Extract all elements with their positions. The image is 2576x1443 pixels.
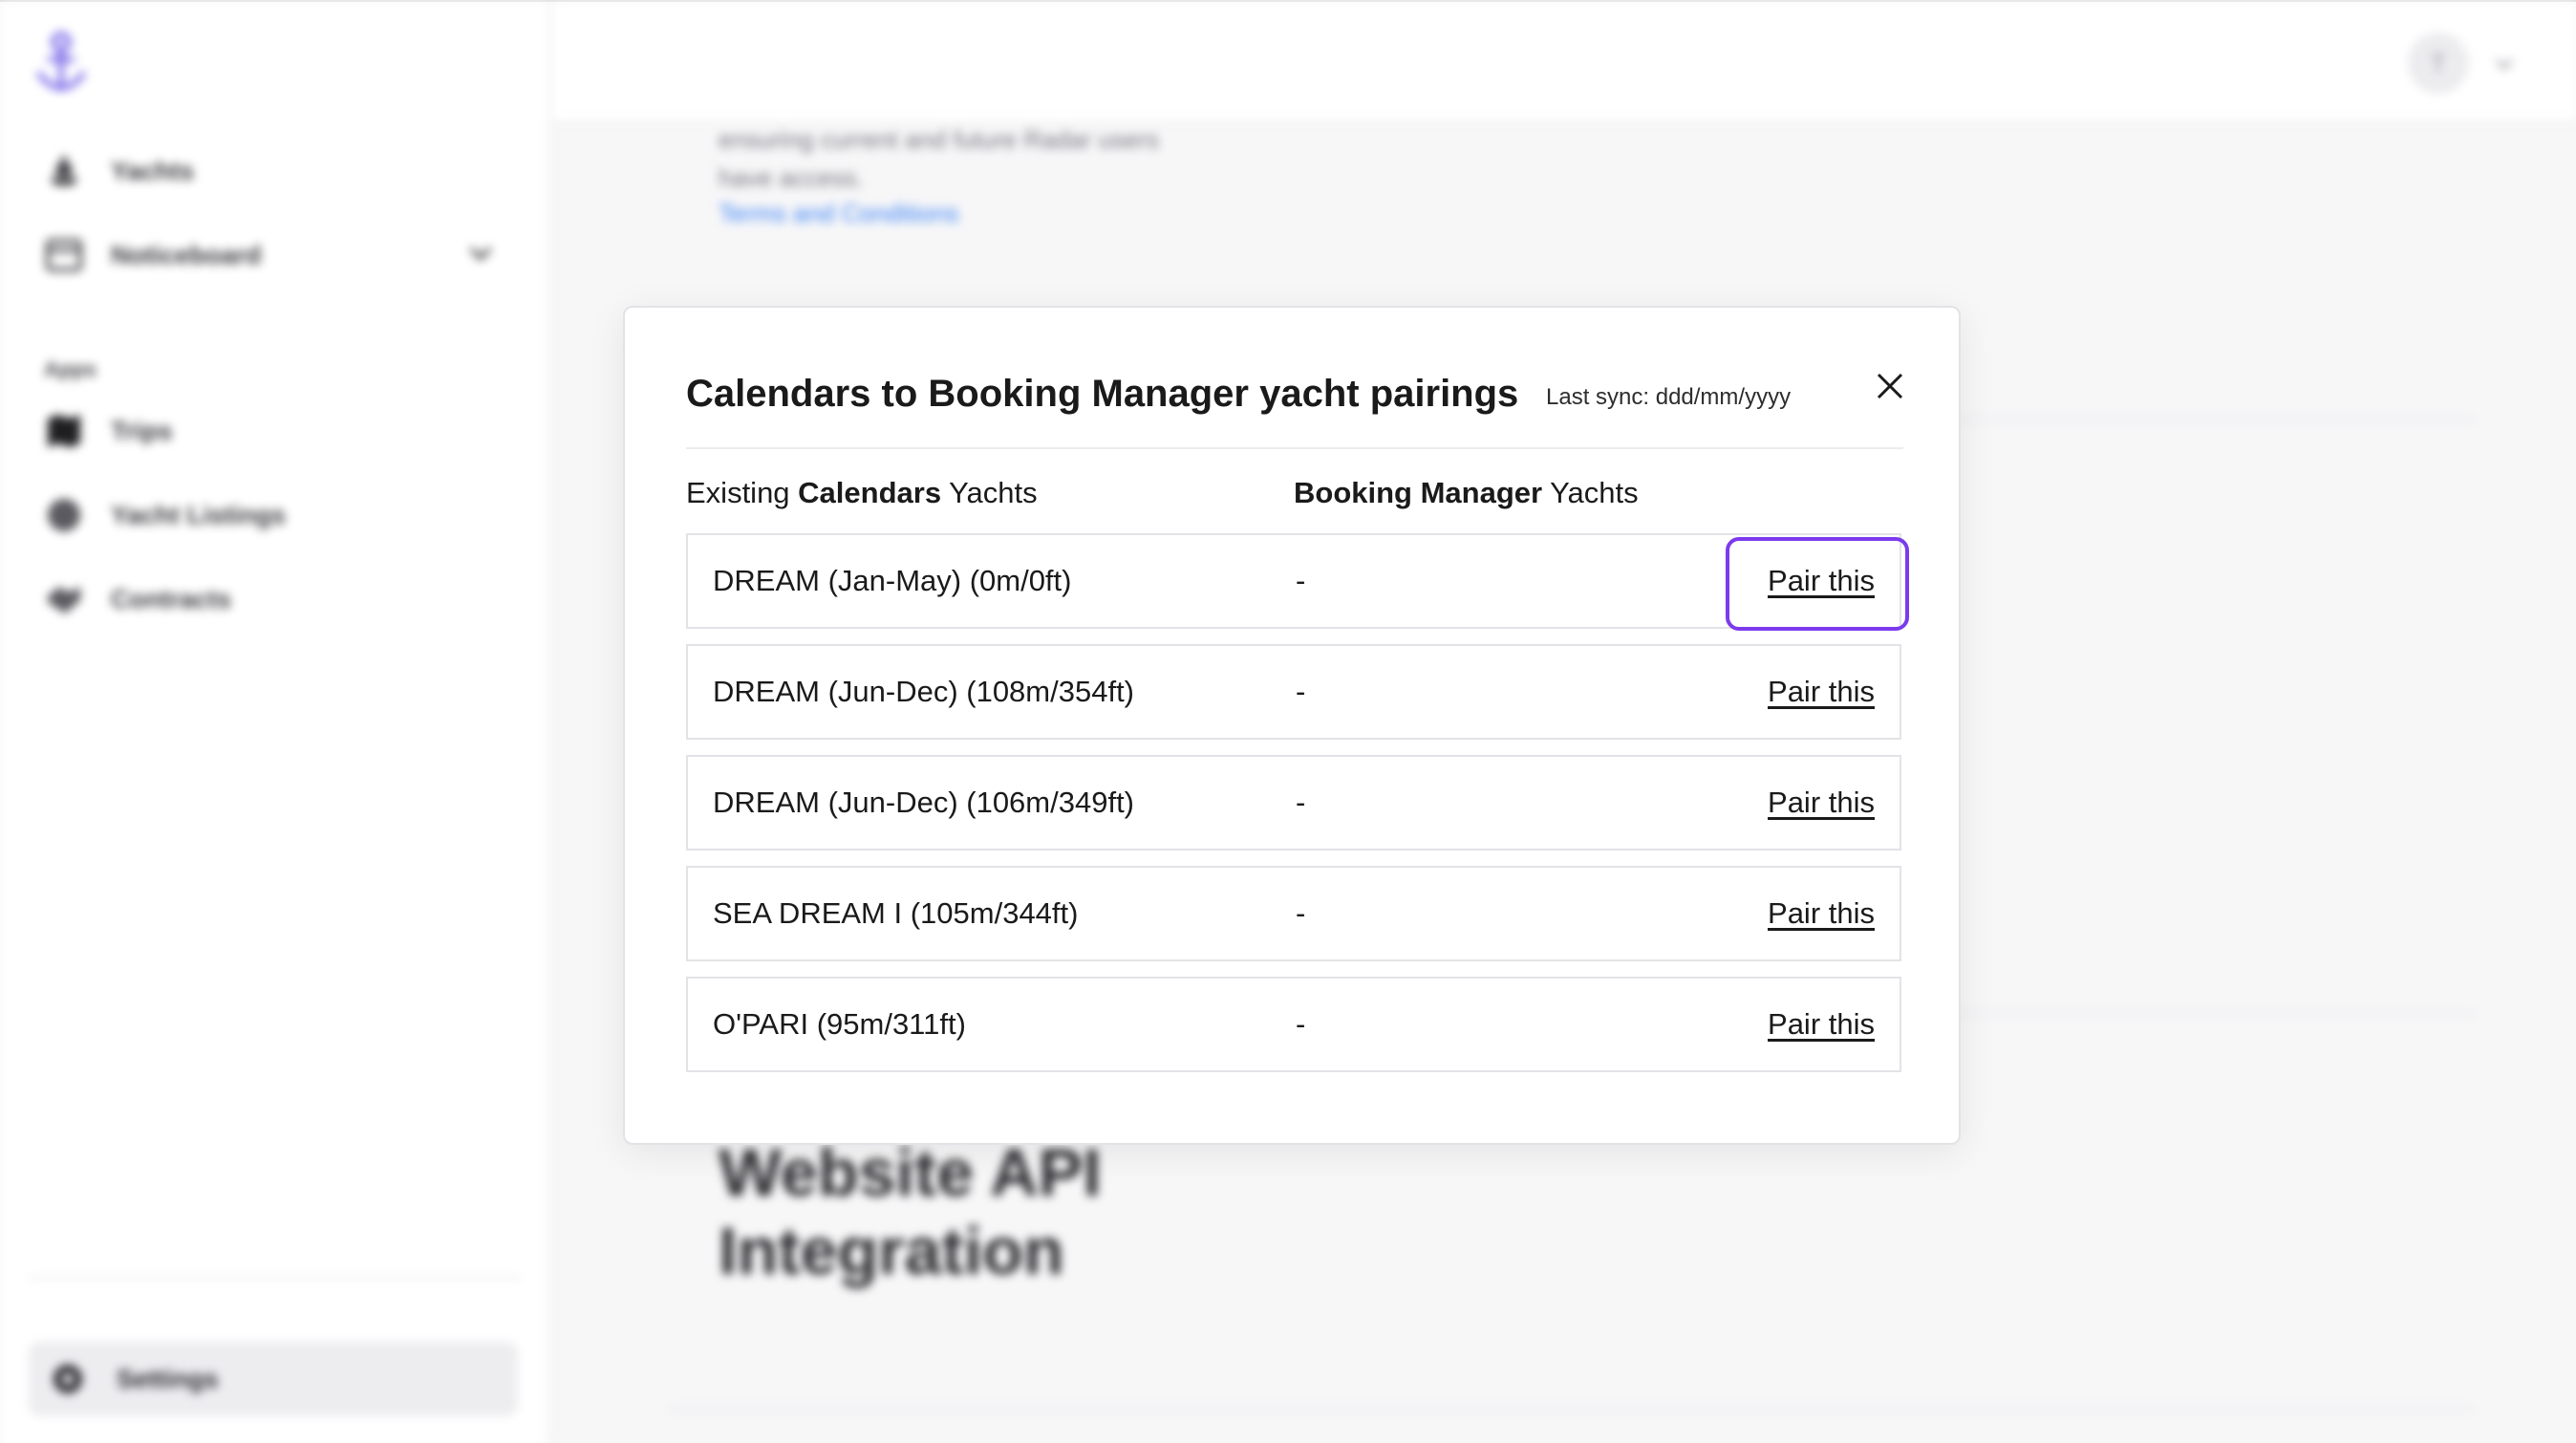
section-heading: Website API Integration	[719, 1133, 1102, 1290]
avatar[interactable]: T	[2408, 32, 2469, 94]
column-header-text: Yachts	[1542, 476, 1639, 509]
pair-this-link[interactable]: Pair this	[1768, 896, 1875, 931]
sidebar: Yachts Noticeboard Apps Trips Yacht List…	[0, 2, 550, 1443]
sidebar-item-settings[interactable]: Settings	[29, 1342, 518, 1416]
table-row: DREAM (Jun-Dec) (108m/354ft) - Pair this	[686, 644, 1901, 740]
booking-manager-yacht: -	[1296, 786, 1306, 819]
map-icon	[48, 415, 80, 447]
sidebar-item-label: Trips	[111, 416, 173, 445]
close-icon	[1877, 373, 1903, 399]
yacht-icon	[50, 157, 78, 185]
column-header-text: Yachts	[941, 476, 1038, 509]
pairings-modal: Calendars to Booking Manager yacht pairi…	[623, 306, 1961, 1145]
gear-icon	[54, 1365, 82, 1393]
table-row: DREAM (Jan-May) (0m/0ft) - Pair this	[686, 533, 1901, 629]
sidebar-item-label: Settings	[117, 1364, 219, 1393]
sidebar-item-label: Yachts	[111, 156, 195, 185]
calendar-yacht-name: DREAM (Jun-Dec) (108m/354ft)	[713, 675, 1135, 708]
sidebar-item-label: Noticeboard	[111, 240, 262, 269]
sidebar-item-contracts[interactable]: Contracts	[44, 579, 231, 619]
divider	[1961, 1013, 2477, 1015]
background-text-line: have access.	[719, 163, 864, 192]
divider	[669, 1409, 2475, 1411]
calendar-yacht-name: O'PARI (95m/311ft)	[713, 1007, 966, 1041]
top-bar: T	[552, 2, 2576, 122]
pair-this-link[interactable]: Pair this	[1768, 786, 1875, 820]
pair-this-link[interactable]: Pair this	[1768, 1007, 1875, 1042]
sidebar-item-trips[interactable]: Trips	[44, 411, 173, 451]
column-header-bold: Calendars	[798, 476, 942, 509]
section-heading-line: Integration	[719, 1214, 1064, 1288]
table-row: DREAM (Jun-Dec) (106m/349ft) - Pair this	[686, 755, 1901, 851]
sidebar-item-label: Contracts	[111, 584, 232, 614]
booking-manager-yacht: -	[1296, 896, 1306, 930]
calendar-yacht-name: DREAM (Jun-Dec) (106m/349ft)	[713, 786, 1135, 819]
globe-icon	[48, 499, 80, 531]
divider	[1961, 419, 2477, 420]
column-header-bold: Booking Manager	[1294, 476, 1543, 509]
table-row: SEA DREAM I (105m/344ft) - Pair this	[686, 866, 1901, 961]
section-heading-line: Website API	[719, 1135, 1102, 1210]
modal-title: Calendars to Booking Manager yacht pairi…	[686, 373, 1519, 415]
sidebar-item-label: Yacht Listings	[111, 500, 287, 529]
booking-manager-yacht: -	[1296, 564, 1306, 597]
anchor-logo-icon[interactable]	[32, 31, 90, 97]
app-root: Yachts Noticeboard Apps Trips Yacht List…	[0, 0, 2576, 1443]
noticeboard-icon	[46, 239, 82, 271]
column-header-calendars: Existing Calendars Yachts	[686, 476, 1038, 510]
last-sync-label: Last sync: ddd/mm/yyyy	[1546, 384, 1792, 410]
calendar-yacht-name: DREAM (Jan-May) (0m/0ft)	[713, 564, 1072, 597]
column-header-booking-manager: Booking Manager Yachts	[1294, 476, 1639, 510]
close-button[interactable]	[1871, 367, 1909, 405]
sidebar-item-yacht-listings[interactable]: Yacht Listings	[44, 495, 286, 535]
booking-manager-yacht: -	[1296, 1007, 1306, 1041]
calendar-yacht-name: SEA DREAM I (105m/344ft)	[713, 896, 1079, 930]
modal-divider	[686, 447, 1903, 449]
sidebar-divider	[29, 1277, 522, 1279]
booking-manager-yacht: -	[1296, 675, 1306, 708]
table-row: O'PARI (95m/311ft) - Pair this	[686, 977, 1901, 1072]
chevron-down-icon[interactable]	[466, 239, 495, 268]
pair-this-link[interactable]: Pair this	[1768, 675, 1875, 709]
column-header-text: Existing	[686, 476, 799, 509]
handshake-icon	[48, 587, 80, 614]
chevron-down-icon[interactable]	[2492, 52, 2517, 76]
apps-section-label: Apps	[44, 357, 97, 381]
background-text-line: ensuring current and future Radar users	[719, 125, 1160, 154]
sidebar-item-noticeboard[interactable]: Noticeboard	[44, 235, 262, 275]
sidebar-item-yachts[interactable]: Yachts	[44, 151, 194, 191]
terms-link[interactable]: Terms and Conditions	[719, 199, 958, 228]
focus-highlight	[1726, 537, 1909, 631]
